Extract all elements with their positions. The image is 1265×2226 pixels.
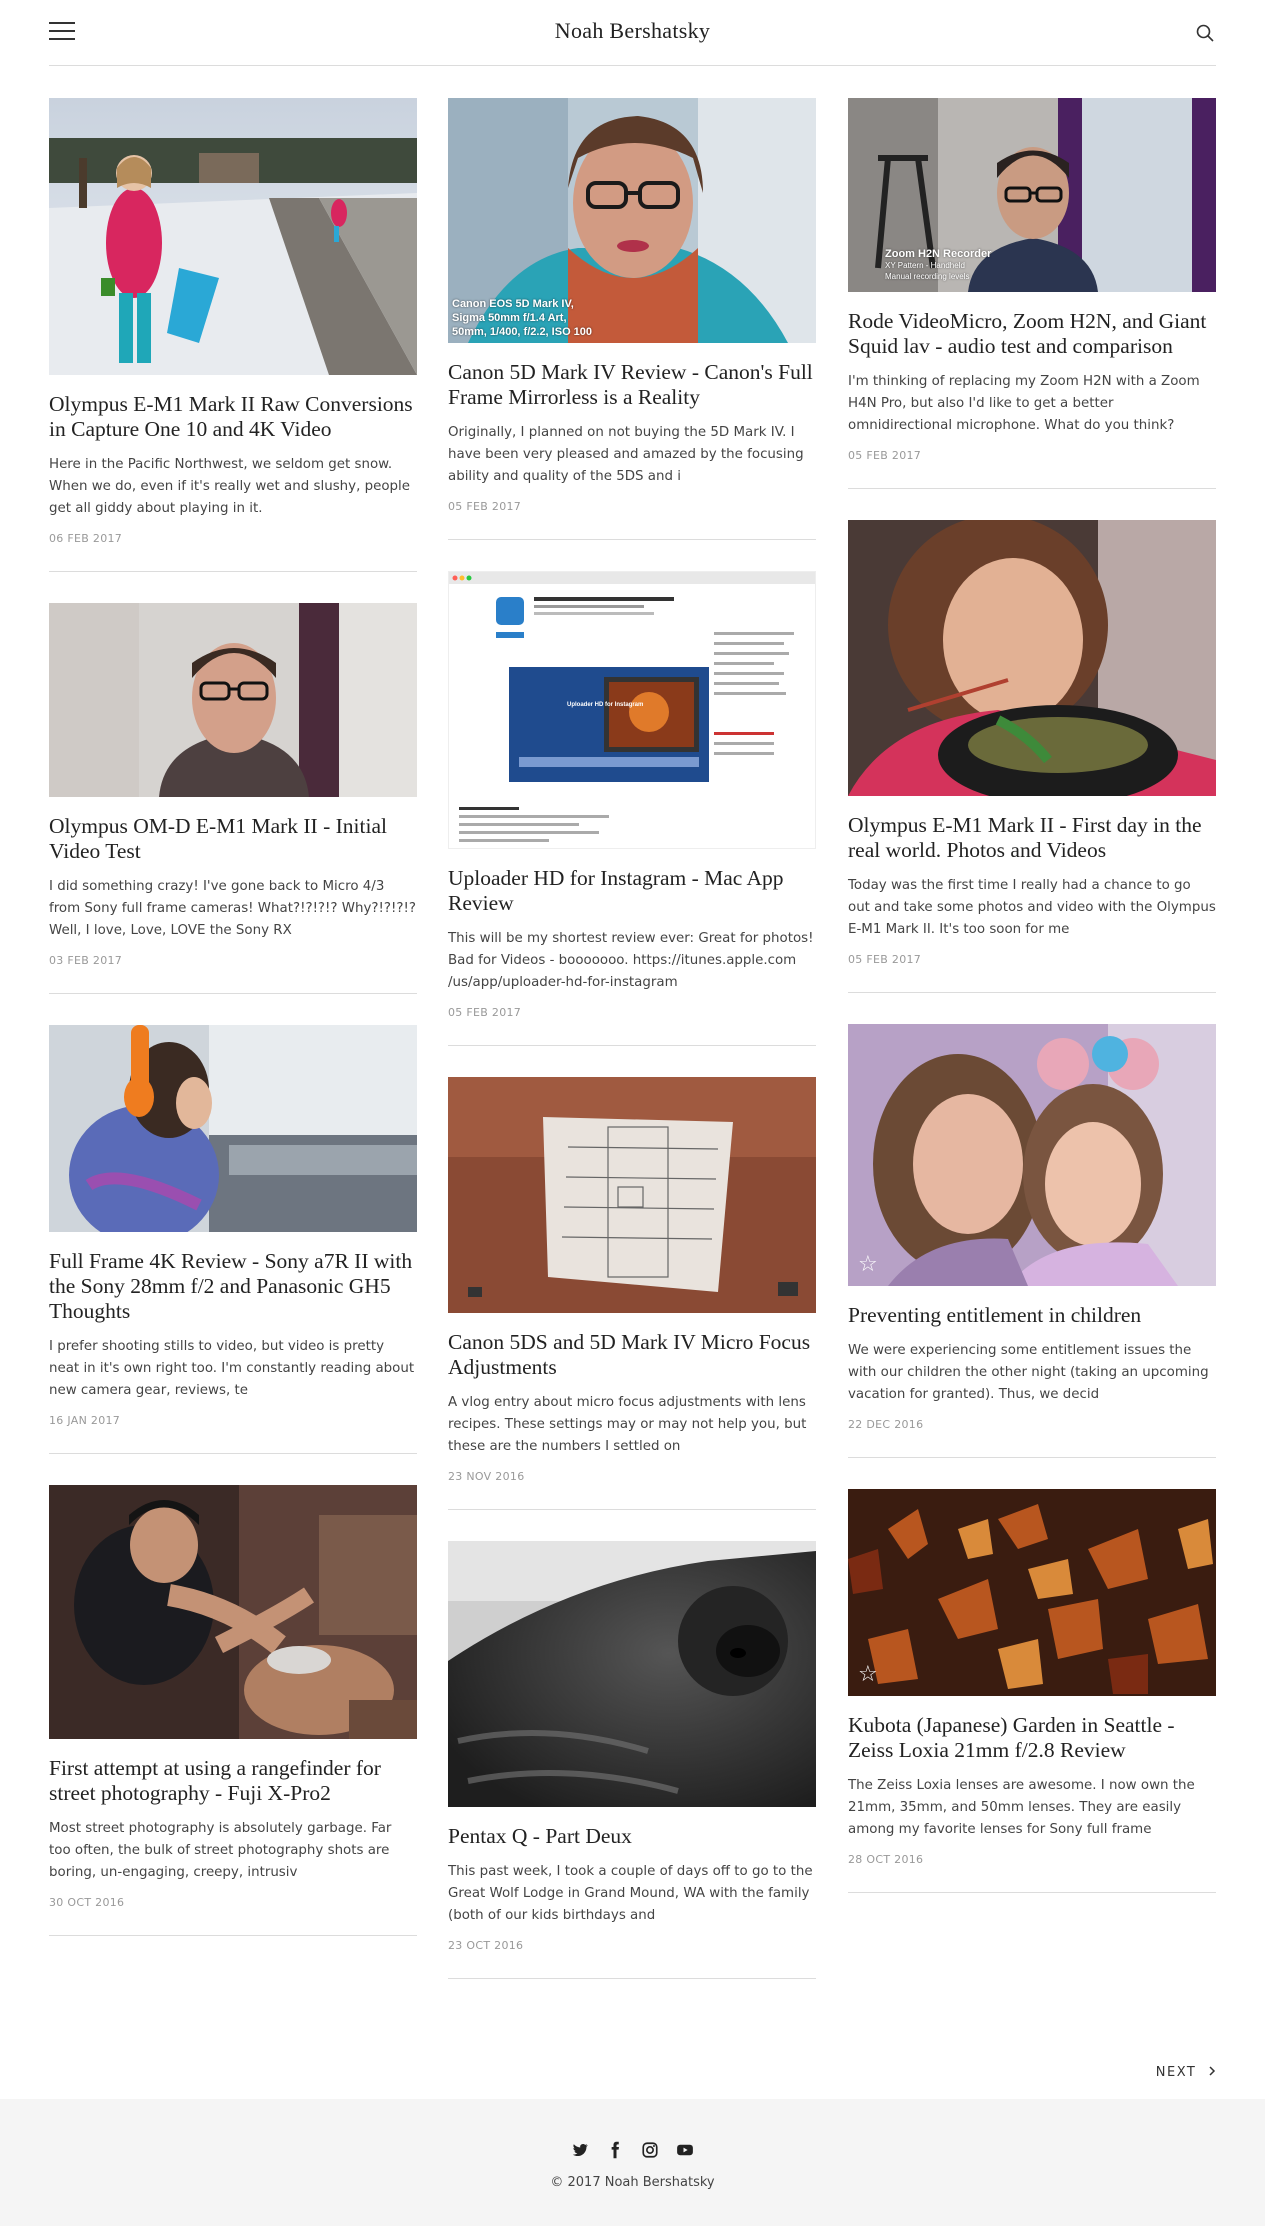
post-card[interactable]: Zoom H2N Recorder XY Pattern - Handheld … xyxy=(848,98,1216,489)
post-thumbnail[interactable] xyxy=(49,1485,417,1739)
facebook-icon[interactable] xyxy=(606,2141,624,2159)
post-date: 05 FEB 2017 xyxy=(448,500,522,513)
post-date: 23 NOV 2016 xyxy=(448,1470,525,1483)
image-caption: Uploader HD for Instagram xyxy=(567,702,644,708)
post-thumbnail[interactable]: ☆ xyxy=(848,1489,1216,1696)
post-excerpt: A vlog entry about micro focus adjustmen… xyxy=(448,1395,807,1454)
copyright: © 2017 Noah Bershatsky xyxy=(550,2175,715,2190)
post-title[interactable]: Full Frame 4K Review - Sony a7R II with … xyxy=(49,1249,417,1324)
post-date: 23 OCT 2016 xyxy=(448,1939,524,1952)
post-title[interactable]: Pentax Q - Part Deux xyxy=(448,1824,816,1849)
post-column-3: Zoom H2N Recorder XY Pattern - Handheld … xyxy=(848,98,1216,1924)
post-title[interactable]: Rode VideoMicro, Zoom H2N, and Giant Squ… xyxy=(848,309,1216,359)
post-card[interactable]: Olympus OM-D E-M1 Mark II - Initial Vide… xyxy=(49,603,417,994)
post-excerpt: Today was the first time I really had a … xyxy=(848,878,1216,937)
post-excerpt: I prefer shooting stills to video, but v… xyxy=(49,1339,415,1398)
search-icon[interactable] xyxy=(1194,22,1216,44)
twitter-icon[interactable] xyxy=(571,2141,589,2159)
image-caption-line: Zoom H2N Recorder xyxy=(885,248,992,260)
post-column-2: Canon EOS 5D Mark IV, Sigma 50mm f/1.4 A… xyxy=(448,98,816,2010)
post-title[interactable]: Preventing entitlement in children xyxy=(848,1303,1216,1328)
post-excerpt: Originally, I planned on not buying the … xyxy=(448,425,804,484)
post-title[interactable]: Kubota (Japanese) Garden in Seattle - Ze… xyxy=(848,1713,1216,1763)
post-excerpt: We were experiencing some entitlement is… xyxy=(848,1343,1209,1402)
post-excerpt: This will be my shortest review ever: Gr… xyxy=(448,931,814,990)
youtube-icon[interactable] xyxy=(676,2141,694,2159)
post-thumbnail[interactable] xyxy=(448,1077,816,1313)
image-caption-line: Manual recording levels xyxy=(885,272,970,281)
image-caption-line: Sigma 50mm f/1.4 Art, xyxy=(452,312,567,324)
site-footer: © 2017 Noah Bershatsky xyxy=(0,2099,1265,2226)
post-card[interactable]: Pentax Q - Part Deux This past week, I t… xyxy=(448,1541,816,1979)
post-thumbnail[interactable]: Canon EOS 5D Mark IV, Sigma 50mm f/1.4 A… xyxy=(448,98,816,343)
post-thumbnail[interactable] xyxy=(848,520,1216,796)
post-excerpt: I did something crazy! I've gone back to… xyxy=(49,879,416,938)
post-excerpt: Most street photography is absolutely ga… xyxy=(49,1821,392,1880)
post-card[interactable]: Olympus E-M1 Mark II Raw Conversions in … xyxy=(49,98,417,572)
post-thumbnail[interactable] xyxy=(49,1025,417,1232)
post-date: 05 FEB 2017 xyxy=(848,449,922,462)
post-card[interactable]: Olympus E-M1 Mark II - First day in the … xyxy=(848,520,1216,993)
post-date: 22 DEC 2016 xyxy=(848,1418,924,1431)
image-caption: Canon EOS 5D Mark IV, Sigma 50mm f/1.4 A… xyxy=(452,297,592,339)
image-caption-line: XY Pattern - Handheld xyxy=(885,261,965,270)
favorite-star-icon[interactable]: ☆ xyxy=(858,1254,878,1276)
image-caption: Zoom H2N Recorder XY Pattern - Handheld … xyxy=(885,249,991,282)
next-page-link[interactable]: NEXT xyxy=(1156,2065,1216,2080)
post-date: 05 FEB 2017 xyxy=(448,1006,522,1019)
image-caption-line: 50mm, 1/400, f/2.2, ISO 100 xyxy=(452,326,593,338)
post-thumbnail[interactable] xyxy=(49,98,417,375)
post-card[interactable]: First attempt at using a rangefinder for… xyxy=(49,1485,417,1936)
post-date: 16 JAN 2017 xyxy=(49,1414,121,1427)
post-thumbnail[interactable]: Uploader HD for Instagram xyxy=(448,571,816,849)
post-excerpt: Here in the Pacific Northwest, we seldom… xyxy=(49,457,410,516)
post-title[interactable]: Canon 5D Mark IV Review - Canon's Full F… xyxy=(448,360,816,410)
post-title[interactable]: Uploader HD for Instagram - Mac App Revi… xyxy=(448,866,816,916)
post-title[interactable]: Olympus E-M1 Mark II Raw Conversions in … xyxy=(49,392,417,442)
social-links xyxy=(0,2139,1265,2159)
post-column-1: Olympus E-M1 Mark II Raw Conversions in … xyxy=(49,98,417,1967)
post-card[interactable]: ☆ Kubota (Japanese) Garden in Seattle - … xyxy=(848,1489,1216,1893)
post-excerpt: The Zeiss Loxia lenses are awesome. I no… xyxy=(848,1778,1195,1837)
post-grid: Olympus E-M1 Mark II Raw Conversions in … xyxy=(49,98,1216,2043)
post-thumbnail[interactable]: Zoom H2N Recorder XY Pattern - Handheld … xyxy=(848,98,1216,292)
image-caption-line: Canon EOS 5D Mark IV, xyxy=(452,298,574,310)
site-header: Noah Bershatsky xyxy=(49,0,1216,66)
post-excerpt: I'm thinking of replacing my Zoom H2N wi… xyxy=(848,374,1200,433)
post-date: 30 OCT 2016 xyxy=(49,1896,125,1909)
next-label: NEXT xyxy=(1155,2065,1197,2080)
post-date: 03 FEB 2017 xyxy=(49,954,123,967)
instagram-icon[interactable] xyxy=(641,2141,659,2159)
post-date: 06 FEB 2017 xyxy=(49,532,123,545)
post-title[interactable]: First attempt at using a rangefinder for… xyxy=(49,1756,417,1806)
favorite-star-icon[interactable]: ☆ xyxy=(858,1664,878,1686)
post-thumbnail[interactable]: ☆ xyxy=(848,1024,1216,1286)
post-excerpt: This past week, I took a couple of days … xyxy=(448,1864,813,1923)
site-title[interactable]: Noah Bershatsky xyxy=(49,18,1216,44)
post-title[interactable]: Olympus E-M1 Mark II - First day in the … xyxy=(848,813,1216,863)
post-thumbnail[interactable] xyxy=(49,603,417,797)
post-card[interactable]: Canon EOS 5D Mark IV, Sigma 50mm f/1.4 A… xyxy=(448,98,816,540)
post-card[interactable]: ☆ Preventing entitlement in children We … xyxy=(848,1024,1216,1458)
post-card[interactable]: Canon 5DS and 5D Mark IV Micro Focus Adj… xyxy=(448,1077,816,1510)
post-thumbnail[interactable] xyxy=(448,1541,816,1807)
chevron-right-icon xyxy=(1208,2065,1216,2080)
post-card[interactable]: Uploader HD for Instagram Uploader HD fo… xyxy=(448,571,816,1046)
post-card[interactable]: Full Frame 4K Review - Sony a7R II with … xyxy=(49,1025,417,1454)
post-date: 05 FEB 2017 xyxy=(848,953,922,966)
post-title[interactable]: Canon 5DS and 5D Mark IV Micro Focus Adj… xyxy=(448,1330,816,1380)
post-date: 28 OCT 2016 xyxy=(848,1853,924,1866)
post-title[interactable]: Olympus OM-D E-M1 Mark II - Initial Vide… xyxy=(49,814,417,864)
